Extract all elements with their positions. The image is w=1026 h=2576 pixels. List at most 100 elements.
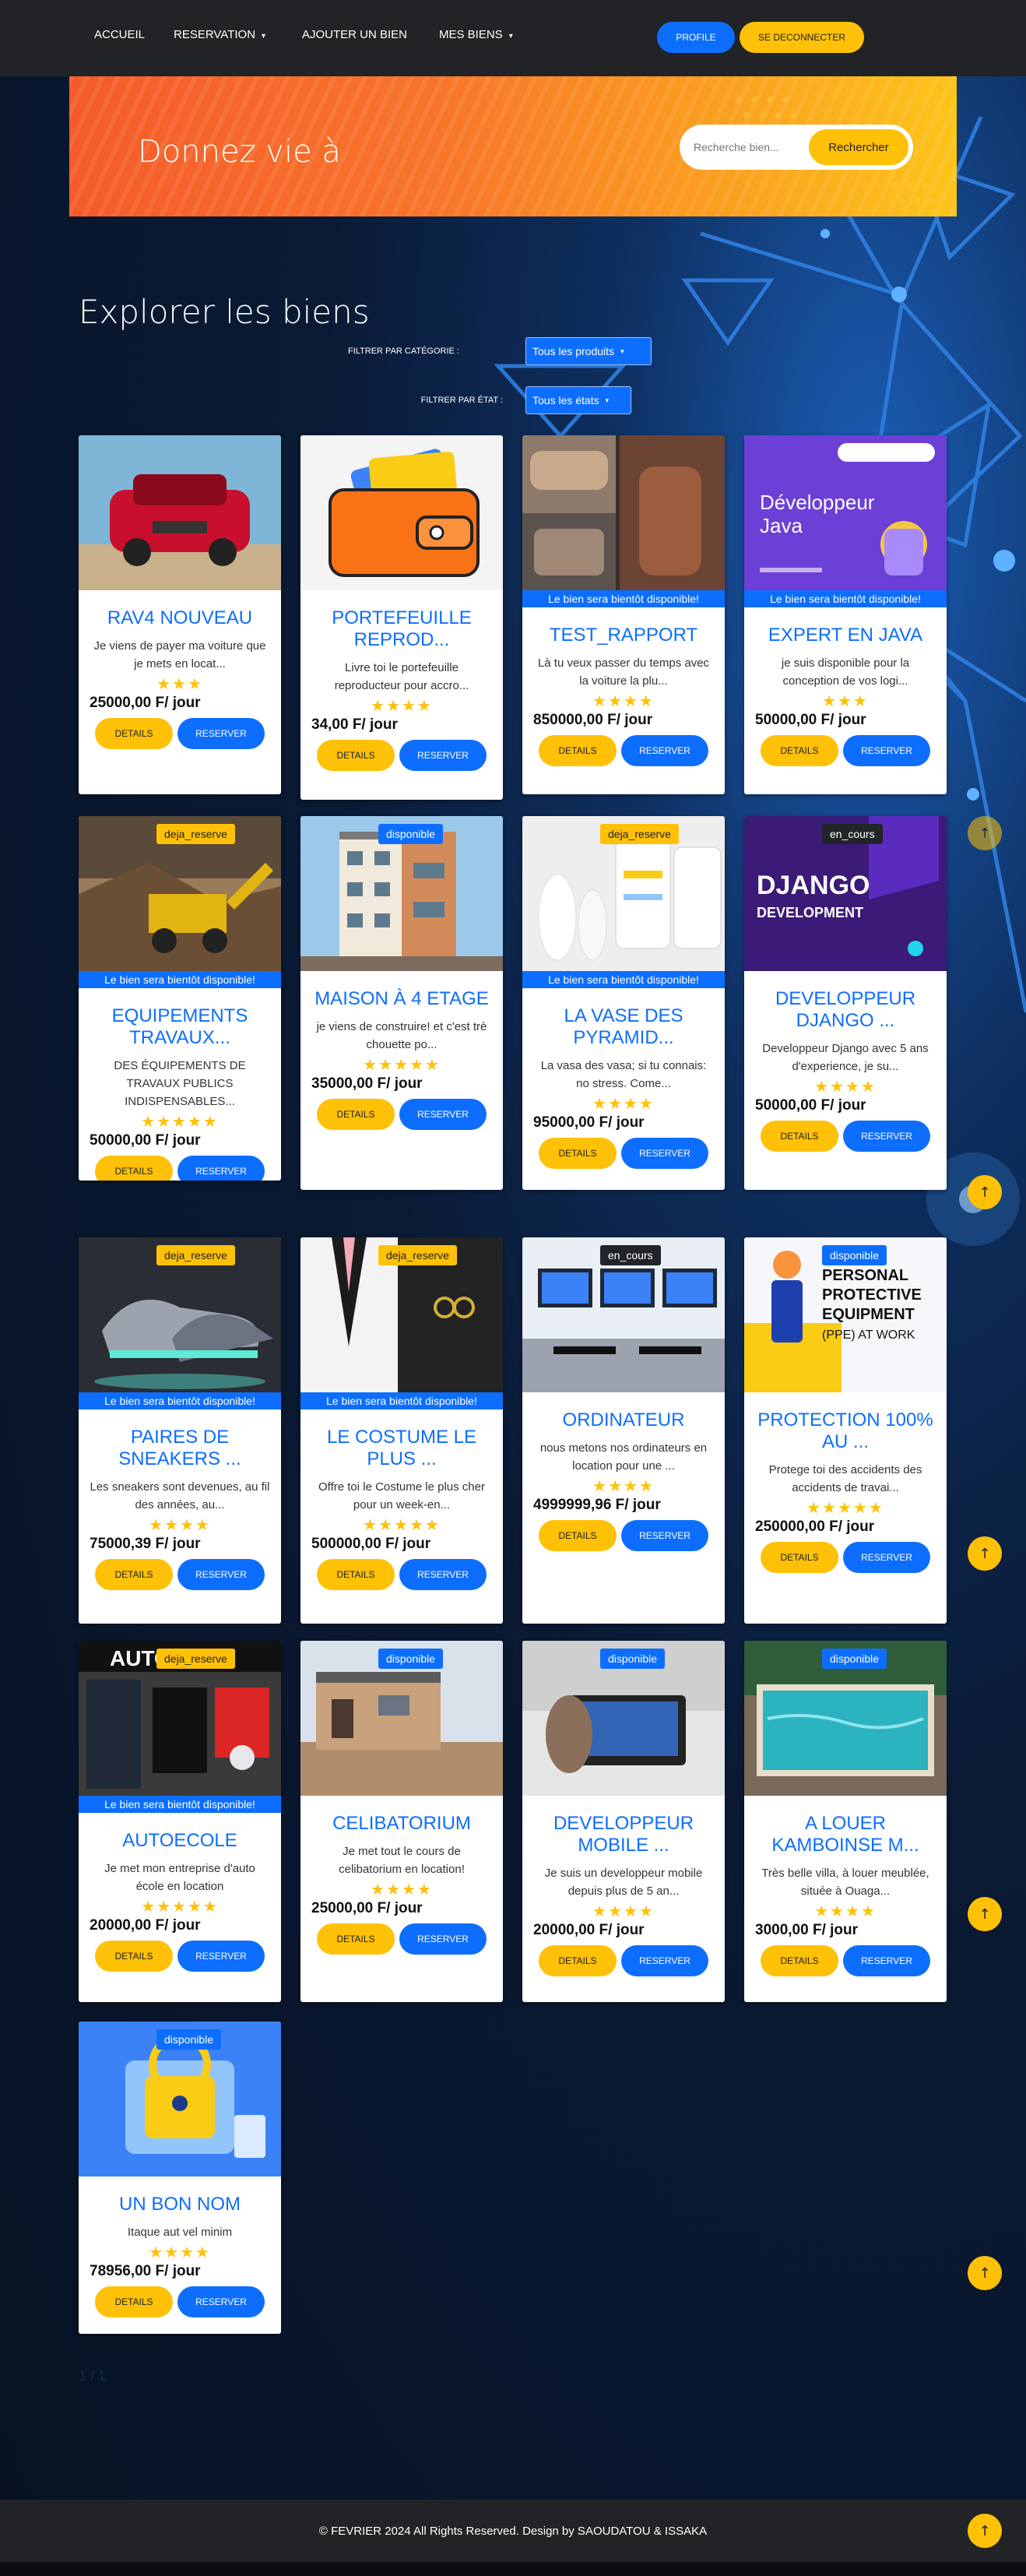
product-image[interactable]: deja_reserve [522,816,725,971]
reserve-button[interactable]: RESERVER [621,1945,708,1976]
product-card: en_cours ORDINATEUR nous metons nos ordi… [522,1237,725,1624]
product-title[interactable]: CELIBATORIUM [311,1813,492,1835]
product-image[interactable]: en_cours [522,1237,725,1392]
product-description: Je met mon entreprise d'auto école en lo… [104,1862,255,1893]
product-image[interactable]: DJANGO DEVELOPMENT en_cours [744,816,947,971]
product-title[interactable]: PROTECTION 100% AU ... [755,1409,936,1453]
reserve-button[interactable]: RESERVER [621,1520,708,1551]
nav-reservation[interactable]: RESERVATION ▾ [174,28,265,41]
product-image[interactable]: deja_reserve [79,816,281,971]
reserve-button[interactable]: RESERVER [843,1121,930,1152]
profile-button[interactable]: PROFILE [657,22,735,53]
product-title[interactable]: EQUIPEMENTS TRAVAUX... [90,1005,270,1049]
reserve-button[interactable]: RESERVER [843,735,930,766]
back-to-top-button[interactable]: ↑ [968,1536,1002,1571]
details-button[interactable]: DETAILS [95,1941,173,1972]
details-button[interactable]: DETAILS [95,1559,173,1590]
card-body: PAIRES DE SNEAKERS ... Les sneakers sont… [79,1427,281,1601]
details-button[interactable]: DETAILS [317,1923,395,1955]
reserve-button[interactable]: RESERVER [177,1559,265,1590]
details-button[interactable]: DETAILS [539,1520,617,1551]
details-button[interactable]: DETAILS [761,735,838,766]
search-button[interactable]: Rechercher [809,129,908,165]
back-to-top-button[interactable]: ↑ [968,2514,1002,2548]
chevron-down-icon: ▾ [262,32,266,40]
back-to-top-button[interactable]: ↑ [968,1897,1002,1931]
card-actions: DETAILS RESERVER [311,1559,492,1590]
reserve-button[interactable]: RESERVER [621,735,708,766]
back-to-top-button[interactable]: ↑ [968,816,1002,850]
card-body: PORTEFEUILLE REPROD... Livre toi le port… [300,607,503,782]
product-image[interactable]: deja_reserve [300,1237,503,1392]
svg-text:DJANGO: DJANGO [757,871,870,900]
product-title[interactable]: PORTEFEUILLE REPROD... [311,607,492,651]
details-button[interactable]: DETAILS [539,1138,617,1169]
product-image[interactable]: disponible [300,1641,503,1796]
product-title[interactable]: LA VASE DES PYRAMID... [533,1005,714,1049]
logout-button[interactable]: SE DECONNECTER [740,22,864,53]
card-body: TEST_RAPPORT Là tu veux passer du temps … [522,625,725,777]
product-image[interactable]: PERSONAL PROTECTIVE EQUIPMENT (PPE) AT WORK… [744,1237,947,1392]
details-button[interactable]: DETAILS [95,1156,173,1181]
reserve-button[interactable]: RESERVER [399,1923,487,1955]
filter-category-select[interactable]: Tous les produits ▾ [525,337,652,365]
back-to-top-button[interactable]: ↑ [968,2256,1002,2290]
reserve-button[interactable]: RESERVER [177,2286,265,2317]
details-button[interactable]: DETAILS [761,1542,838,1573]
product-title[interactable]: PAIRES DE SNEAKERS ... [90,1427,270,1470]
product-title[interactable]: DEVELOPPEUR DJANGO ... [755,988,936,1032]
product-title[interactable]: DEVELOPPEUR MOBILE ... [533,1813,714,1856]
product-title[interactable]: UN BON NOM [90,2194,270,2215]
product-title[interactable]: MAISON À 4 ETAGE [311,988,492,1010]
rating-stars: ★★★★ [592,1094,655,1113]
details-button[interactable]: DETAILS [761,1945,838,1976]
product-title[interactable]: RAV4 NOUVEAU [90,607,270,629]
reserve-button[interactable]: RESERVER [177,718,265,749]
nav-accueil[interactable]: ACCUEIL [94,28,145,41]
product-image[interactable]: deja_reserve [79,1237,281,1392]
product-image[interactable]: disponible [744,1641,947,1796]
rating-stars: ★★★★ [592,692,655,710]
details-button[interactable]: DETAILS [95,718,173,749]
details-button[interactable]: DETAILS [95,2286,173,2317]
product-image[interactable]: disponible [79,2022,281,2177]
product-description: je suis disponible pour la conception de… [781,656,910,688]
reserve-button[interactable]: RESERVER [399,1559,487,1590]
back-to-top-button[interactable]: ↑ [968,1175,1002,1209]
reserve-button[interactable]: RESERVER [843,1945,930,1976]
reserve-button[interactable]: RESERVER [843,1542,930,1573]
product-image[interactable]: disponible [300,816,503,971]
nav-mes-biens[interactable]: MES BIENS ▾ [439,28,513,41]
details-button[interactable]: DETAILS [317,1559,395,1590]
product-title[interactable]: A LOUER KAMBOINSE M... [755,1813,936,1856]
product-title[interactable]: LE COSTUME LE PLUS ... [311,1427,492,1470]
reserve-button[interactable]: RESERVER [399,1099,487,1130]
filter-state-select[interactable]: Tous les états ▾ [525,386,631,414]
details-button[interactable]: DETAILS [317,740,395,771]
product-image[interactable]: Développeur Java [744,435,947,590]
search-input[interactable] [694,135,803,159]
product-title[interactable]: AUTOECOLE [90,1830,270,1852]
details-button[interactable]: DETAILS [539,735,617,766]
details-button[interactable]: DETAILS [761,1121,838,1152]
product-price: 20000,00 F/ jour [533,1922,645,1938]
product-image[interactable]: AUTO deja_reserve [79,1641,281,1796]
card-actions: DETAILS RESERVER [90,2286,270,2317]
details-button[interactable]: DETAILS [317,1099,395,1130]
product-image[interactable] [522,435,725,590]
rating-stars: ★★★★ [149,1515,211,1534]
product-title[interactable]: TEST_RAPPORT [533,625,714,646]
product-image[interactable] [300,435,503,590]
product-image[interactable]: disponible [522,1641,725,1796]
details-button[interactable]: DETAILS [539,1945,617,1976]
reserve-button[interactable]: RESERVER [177,1941,265,1972]
reserve-button[interactable]: RESERVER [621,1138,708,1169]
product-title[interactable]: EXPERT EN JAVA [755,625,936,646]
reserve-button[interactable]: RESERVER [399,740,487,771]
product-card: deja_reserve Le bien sera bientôt dispon… [79,816,281,1181]
nav-ajouter-bien[interactable]: AJOUTER UN BIEN [302,28,407,41]
product-image[interactable] [79,435,281,590]
reserve-button[interactable]: RESERVER [177,1156,265,1181]
product-title[interactable]: ORDINATEUR [533,1409,714,1431]
status-badge: en_cours [600,1245,661,1265]
